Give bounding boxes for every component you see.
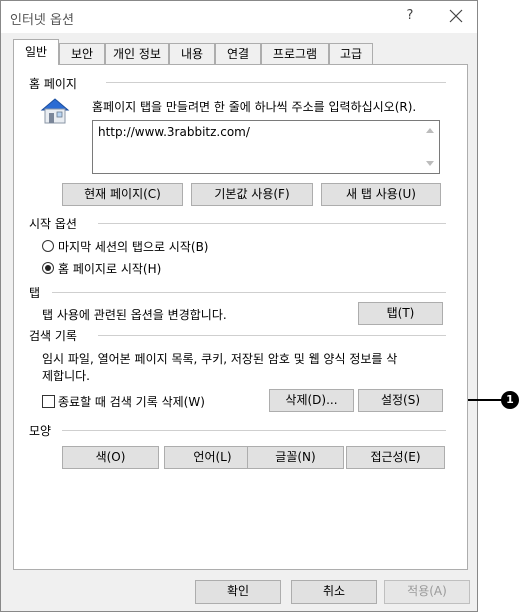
internet-options-dialog: 인터넷 옵션 ? 일반 보안 개인 정보 내용 연결 프로그램 고급 홈 페이지… xyxy=(0,0,478,612)
fonts-button[interactable]: 글꼴(N) xyxy=(247,446,344,469)
ok-button[interactable]: 확인 xyxy=(195,580,281,604)
accessibility-button[interactable]: 접근성(E) xyxy=(346,446,445,469)
apply-button[interactable]: 적용(A) xyxy=(384,580,470,604)
callout-badge: 1 xyxy=(501,391,519,409)
delete-on-exit-checkbox[interactable] xyxy=(42,395,55,408)
start-last-session-label: 마지막 세션의 탭으로 시작(B) xyxy=(58,240,209,254)
house-icon xyxy=(38,95,72,127)
home-page-section-title: 홈 페이지 xyxy=(29,77,77,91)
start-last-session-radio[interactable] xyxy=(42,240,54,252)
tab-connections[interactable]: 연결 xyxy=(215,43,261,64)
tab-content[interactable]: 내용 xyxy=(169,43,215,64)
colors-button[interactable]: 색(O) xyxy=(62,446,159,469)
appearance-separator xyxy=(62,430,446,431)
appearance-section-title: 모양 xyxy=(29,424,52,438)
general-tab-panel: 홈 페이지 홈페이지 탭을 만들려면 한 줄에 하나씩 주소를 입력하십시오(R… xyxy=(13,64,468,570)
tab-security[interactable]: 보안 xyxy=(59,43,105,64)
history-settings-button[interactable]: 설정(S) xyxy=(358,389,443,412)
home-page-separator xyxy=(106,82,446,83)
tab-privacy[interactable]: 개인 정보 xyxy=(105,43,169,64)
home-page-url-text: http://www.3rabbitz.com/ xyxy=(98,125,250,139)
scroll-up-icon[interactable] xyxy=(426,128,434,133)
title-bar: 인터넷 옵션 ? xyxy=(1,1,477,33)
scroll-down-icon[interactable] xyxy=(426,161,434,166)
delete-history-button[interactable]: 삭제(D)... xyxy=(269,389,354,412)
tabs-separator xyxy=(52,292,446,293)
window-title: 인터넷 옵션 xyxy=(10,13,74,28)
tab-general[interactable]: 일반 xyxy=(13,39,59,65)
startup-section-title: 시작 옵션 xyxy=(29,217,77,231)
history-description-line1: 임시 파일, 열어본 페이지 목록, 쿠키, 저장된 암호 및 웹 양식 정보를… xyxy=(42,352,398,366)
use-new-tab-button[interactable]: 새 탭 사용(U) xyxy=(321,183,441,206)
cancel-button[interactable]: 취소 xyxy=(291,580,377,604)
startup-separator xyxy=(98,223,446,224)
home-page-instruction: 홈페이지 탭을 만들려면 한 줄에 하나씩 주소를 입력하십시오(R). xyxy=(92,100,417,114)
close-button[interactable] xyxy=(443,5,469,29)
help-button[interactable]: ? xyxy=(399,5,421,27)
tab-programs[interactable]: 프로그램 xyxy=(261,43,329,64)
tabs-section-title: 탭 xyxy=(29,286,41,300)
use-current-page-button[interactable]: 현재 페이지(C) xyxy=(62,183,183,206)
history-description-line2: 제합니다. xyxy=(42,369,90,383)
start-home-page-radio[interactable] xyxy=(42,262,54,274)
delete-on-exit-label: 종료할 때 검색 기록 삭제(W) xyxy=(58,395,205,409)
use-default-button[interactable]: 기본값 사용(F) xyxy=(191,183,313,206)
url-scrollbar[interactable] xyxy=(423,121,439,173)
tabs-settings-button[interactable]: 탭(T) xyxy=(358,302,443,325)
history-section-title: 검색 기록 xyxy=(29,329,77,343)
history-separator xyxy=(98,335,446,336)
tabs-description: 탭 사용에 관련된 옵션을 변경합니다. xyxy=(42,308,227,322)
home-page-url-input[interactable]: http://www.3rabbitz.com/ xyxy=(92,120,440,174)
close-icon xyxy=(449,9,463,23)
start-home-page-label: 홈 페이지로 시작(H) xyxy=(58,262,162,276)
tab-advanced[interactable]: 고급 xyxy=(329,43,373,64)
